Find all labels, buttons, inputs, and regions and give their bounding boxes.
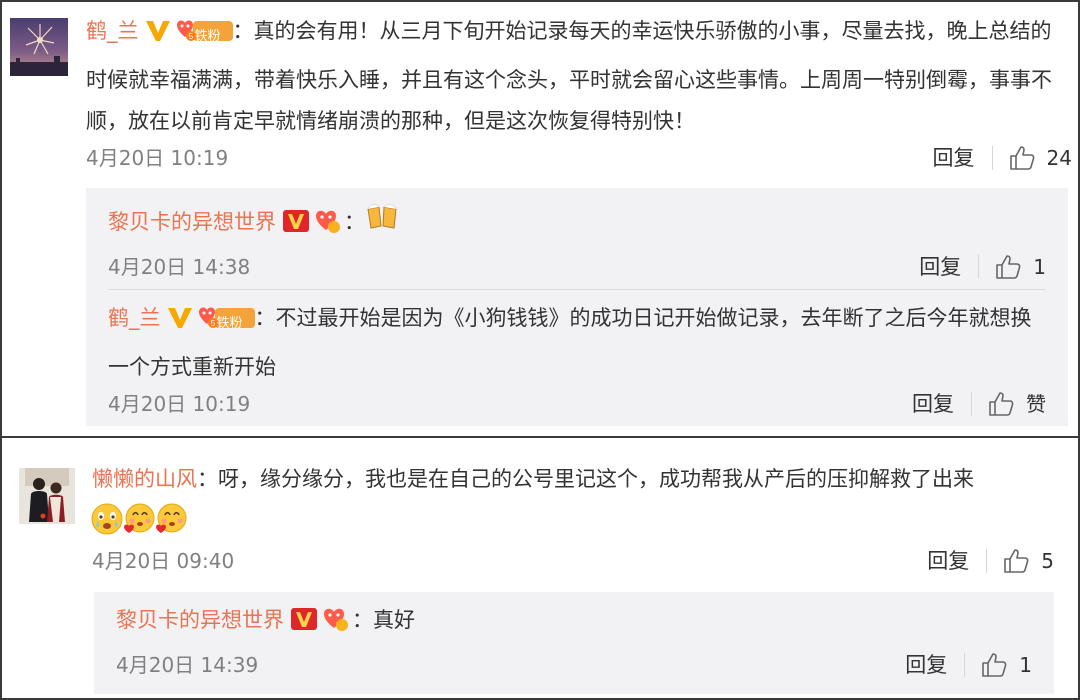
verified-v-icon [167, 302, 193, 343]
comment-author[interactable]: 懒懒的山风 [92, 467, 197, 491]
reply-time: 4月20日 10:19 [108, 392, 251, 416]
comment-meta: 4月20日 10:19 回复 24 [86, 143, 1072, 173]
reply-meta: 4月20日 10:19 回复 赞 [108, 389, 1046, 419]
tearful-emoji [90, 502, 124, 550]
emoji-row [90, 502, 1062, 543]
action-divider [986, 549, 988, 573]
love-emoji [122, 502, 158, 550]
reply-time: 4月20日 14:38 [108, 255, 251, 279]
reply-meta: 4月20日 14:38 回复 1 [108, 252, 1046, 282]
action-divider [978, 255, 980, 279]
reply-meta: 4月20日 14:39 回复 1 [116, 650, 1032, 680]
thumbs-up-icon[interactable] [1009, 145, 1035, 171]
reply-author[interactable]: 黎贝卡的异想世界 [116, 608, 284, 632]
comment-author[interactable]: 鹤_兰 [86, 19, 139, 43]
reply-list: 黎贝卡的异想世界 ：真好 4月20日 14:39 回复 1 [94, 592, 1054, 694]
reply-button[interactable]: 回复 [919, 252, 961, 282]
separator: ： [254, 306, 276, 330]
reply-actions: 回复 1 [905, 650, 1032, 680]
reply-button[interactable]: 回复 [905, 650, 947, 680]
like-label: 赞 [1026, 392, 1046, 416]
separator: ： [232, 19, 254, 43]
thumbs-up-icon[interactable] [995, 254, 1021, 280]
comment-item: 懒懒的山风：呀，缘分缘分，我也是在自己的公号里记这个，成功帮我从产后的压抑解救了… [2, 436, 1078, 700]
reply-item: 鹤_兰 5 铁粉 ：不过最开始是因为《小狗钱钱》的成功日记开始做记录，去年断了之后今年… [108, 298, 1046, 416]
heart-face-badge-icon [312, 206, 344, 248]
action-divider [964, 653, 966, 677]
avatar[interactable] [19, 468, 75, 524]
reply-actions: 回复 赞 [912, 389, 1046, 419]
reply-button[interactable]: 回复 [912, 389, 954, 419]
fan-badge-label: 铁粉 [194, 29, 221, 44]
comment-text: 呀，缘分缘分，我也是在自己的公号里记这个，成功帮我从产后的压抑解救了出来 [218, 467, 974, 491]
thumbs-up-icon[interactable] [988, 391, 1014, 417]
reply-actions: 回复 1 [919, 252, 1046, 282]
comment-meta: 4月20日 09:40 回复 5 [92, 546, 1054, 576]
svg-text:5: 5 [188, 32, 193, 41]
comment-actions: 回复 24 [933, 143, 1072, 173]
reply-button[interactable]: 回复 [927, 546, 969, 576]
reply-item: 黎贝卡的异想世界 ： 4月20日 14:38 回复 1 [108, 200, 1046, 279]
separator: ： [197, 467, 218, 491]
like-count: 1 [1033, 255, 1046, 279]
reply-time: 4月20日 14:39 [116, 653, 259, 677]
svg-text:5: 5 [210, 319, 215, 328]
thumbs-up-icon[interactable] [1003, 548, 1029, 574]
reply-author[interactable]: 鹤_兰 [108, 306, 161, 330]
separator: ： [352, 608, 373, 632]
avatar[interactable] [10, 18, 68, 76]
thumbs-up-icon[interactable] [981, 652, 1007, 678]
verified-v-icon [145, 15, 171, 56]
fan-badge-label: 铁粉 [216, 316, 243, 331]
comment-list: 鹤_兰 5 铁粉 ：真的会有用！从三月下旬开始记录每天的幸运快乐骄傲的小事，尽量去找，… [0, 0, 1080, 700]
reply-body: 鹤_兰 5 铁粉 ：不过最开始是因为《小狗钱钱》的成功日记开始做记录，去年断了之后今年… [108, 298, 1046, 388]
action-divider [971, 392, 972, 416]
comment-time: 4月20日 09:40 [92, 549, 235, 573]
like-count: 24 [1046, 146, 1072, 170]
love-emoji [154, 502, 190, 550]
reply-button[interactable]: 回复 [933, 143, 975, 173]
comment-time: 4月20日 10:19 [86, 146, 229, 170]
comment-item: 鹤_兰 5 铁粉 ：真的会有用！从三月下旬开始记录每天的幸运快乐骄傲的小事，尽量去找，… [2, 2, 1078, 434]
reply-list: 黎贝卡的异想世界 ： 4月20日 14:38 回复 1 鹤_兰 5 铁粉 ：不过最… [86, 188, 1068, 426]
heart-face-badge-icon [320, 604, 352, 646]
beers-emoji [365, 200, 401, 246]
comment-actions: 回复 5 [927, 546, 1054, 576]
reply-divider [108, 289, 1046, 290]
reply-body: 黎贝卡的异想世界 ： [108, 200, 1046, 248]
reply-text: 真好 [373, 608, 415, 632]
comment-body: 鹤_兰 5 铁粉 ：真的会有用！从三月下旬开始记录每天的幸运快乐骄傲的小事，尽量去找，… [86, 11, 1072, 142]
comment-body: 懒懒的山风：呀，缘分缘分，我也是在自己的公号里记这个，成功帮我从产后的压抑解救了… [90, 459, 1062, 543]
action-divider [991, 146, 993, 170]
reply-item: 黎贝卡的异想世界 ：真好 4月20日 14:39 回复 1 [116, 600, 1032, 677]
reply-body: 黎贝卡的异想世界 ：真好 [116, 600, 1032, 646]
like-count: 5 [1041, 549, 1054, 573]
reply-author[interactable]: 黎贝卡的异想世界 [108, 210, 276, 234]
like-count: 1 [1019, 653, 1032, 677]
verified-red-v-icon [282, 206, 310, 247]
separator: ： [344, 210, 365, 234]
verified-red-v-icon [290, 604, 318, 645]
